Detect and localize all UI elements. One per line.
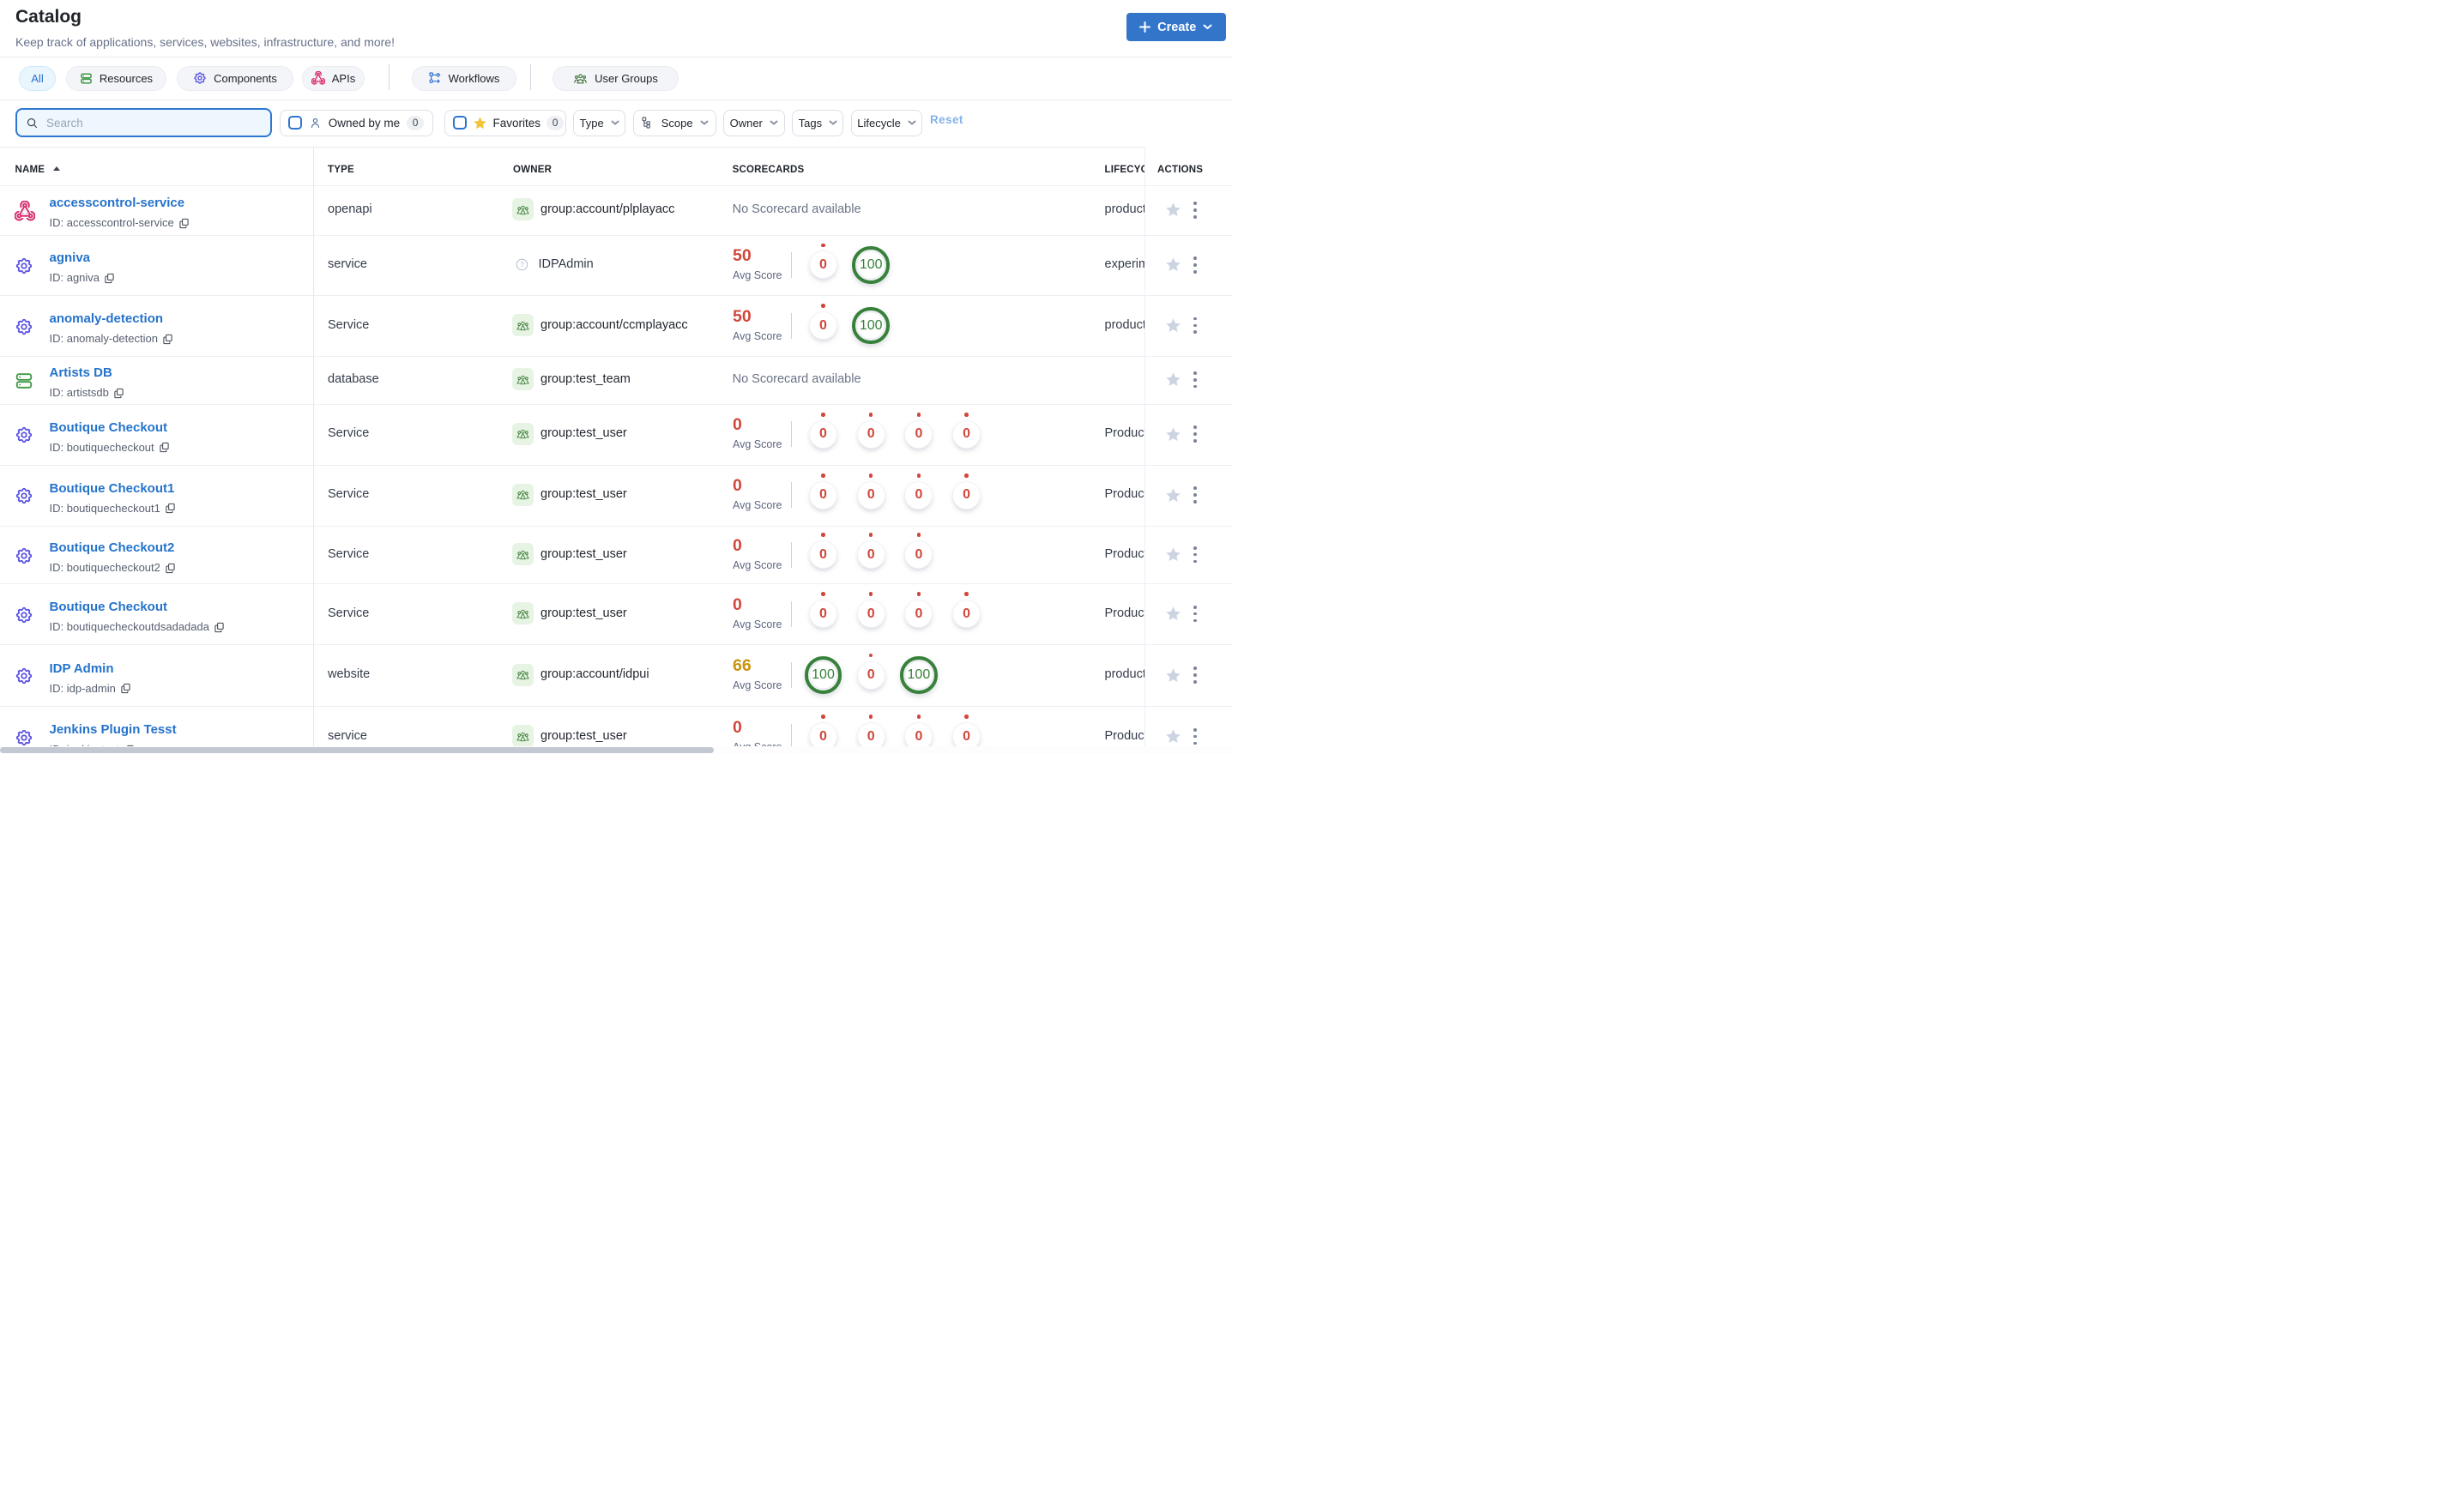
svg-text:?: ? xyxy=(520,262,524,269)
